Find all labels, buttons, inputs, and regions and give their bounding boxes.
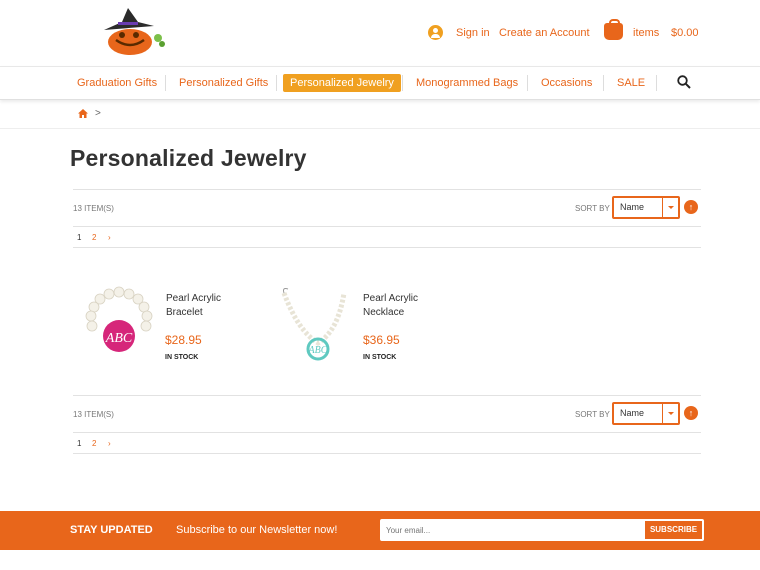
bracelet-monogram: ABC	[105, 331, 133, 346]
page-title: Personalized Jewelry	[70, 145, 307, 171]
toolbar-top: 13 ITEM(S) SORT BY Name ↑	[73, 189, 701, 227]
page-1-current: 1	[77, 233, 82, 242]
nav-divider	[656, 75, 657, 91]
chevron-down-icon[interactable]	[662, 198, 678, 217]
nav-item-personalized-gifts[interactable]: Personalized Gifts	[179, 74, 268, 92]
nav-item-personalized-jewelry[interactable]: Personalized Jewelry	[283, 74, 401, 92]
site-header: Sign in Create an Account items $0.00	[0, 0, 760, 66]
nav-item-graduation-gifts[interactable]: Graduation Gifts	[77, 74, 157, 92]
stock-status: IN STOCK	[165, 354, 199, 361]
nav-divider	[402, 75, 403, 91]
cart-items-label[interactable]: items	[633, 27, 659, 39]
nav-item-occasions[interactable]: Occasions	[541, 74, 592, 92]
product-name[interactable]: Pearl Acrylic Bracelet	[166, 292, 236, 320]
nav-divider	[603, 75, 604, 91]
nav-item-monogrammed-bags[interactable]: Monogrammed Bags	[416, 74, 518, 92]
shopping-bag-icon[interactable]	[604, 19, 623, 40]
next-page-icon[interactable]: ›	[108, 233, 111, 242]
main-nav: Graduation Gifts Personalized Gifts Pers…	[0, 66, 760, 100]
newsletter-form: SUBSCRIBE	[380, 519, 704, 541]
product-price: $36.95	[363, 333, 400, 347]
product-image-bracelet[interactable]: ABC	[82, 286, 156, 374]
breadcrumb: >	[0, 100, 760, 129]
newsletter-title: STAY UPDATED	[70, 524, 153, 536]
sort-select-value: Name	[620, 408, 645, 418]
sort-by-label: SORT BY	[575, 410, 610, 419]
pagination-bottom: 1 2 ›	[73, 433, 701, 454]
search-icon[interactable]	[677, 75, 691, 89]
cart-total[interactable]: $0.00	[671, 27, 699, 39]
email-input[interactable]	[386, 523, 636, 538]
page-2-link[interactable]: 2	[92, 233, 96, 242]
product-price: $28.95	[165, 333, 202, 347]
necklace-monogram: ABC	[308, 345, 328, 356]
product-image-necklace[interactable]: ABC	[278, 285, 352, 373]
nav-divider	[527, 75, 528, 91]
breadcrumb-separator: >	[95, 108, 101, 119]
subscribe-button[interactable]: SUBSCRIBE	[645, 521, 702, 539]
sort-select-value: Name	[620, 202, 645, 212]
sign-in-link[interactable]: Sign in	[456, 27, 490, 39]
sort-by-label: SORT BY	[575, 204, 610, 213]
newsletter-bar: STAY UPDATED Subscribe to our Newsletter…	[0, 511, 760, 550]
nav-divider	[276, 75, 277, 91]
user-icon[interactable]	[428, 25, 443, 40]
newsletter-subtitle: Subscribe to our Newsletter now!	[176, 524, 338, 536]
chevron-down-icon[interactable]	[662, 404, 678, 423]
sort-direction-arrow-up-icon[interactable]: ↑	[684, 200, 698, 214]
sort-direction-arrow-up-icon[interactable]: ↑	[684, 406, 698, 420]
item-count: 13 ITEM(S)	[73, 410, 114, 419]
page-2-link[interactable]: 2	[92, 439, 96, 448]
nav-divider	[165, 75, 166, 91]
nav-item-sale[interactable]: SALE	[617, 74, 645, 92]
toolbar-bottom: 13 ITEM(S) SORT BY Name ↑	[73, 395, 701, 433]
pumpkin-witch-logo[interactable]	[98, 8, 168, 56]
item-count: 13 ITEM(S)	[73, 204, 114, 213]
pagination-top: 1 2 ›	[73, 227, 701, 248]
next-page-icon[interactable]: ›	[108, 439, 111, 448]
product-name[interactable]: Pearl Acrylic Necklace	[363, 292, 433, 320]
page-1-current: 1	[77, 439, 82, 448]
sort-select[interactable]: Name	[612, 402, 680, 425]
sort-select[interactable]: Name	[612, 196, 680, 219]
stock-status: IN STOCK	[363, 354, 397, 361]
home-icon[interactable]	[78, 109, 88, 118]
create-account-link[interactable]: Create an Account	[499, 27, 590, 39]
